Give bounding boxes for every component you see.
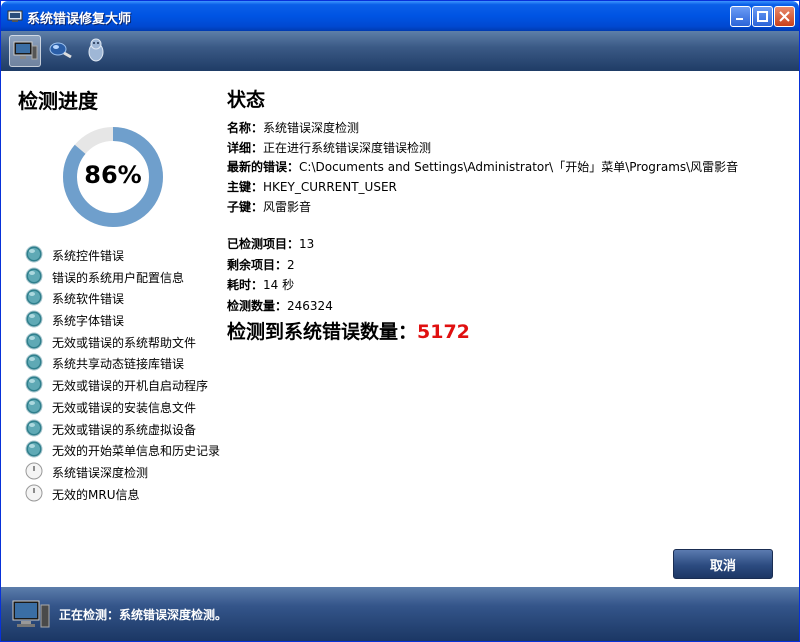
checklist-item: 无效的开始菜单信息和历史记录(	[25, 439, 221, 461]
status-subkey-row: 子键：风雷影音	[227, 198, 311, 215]
status-detail-row: 详细：正在进行系统错误深度错误检测	[227, 139, 431, 156]
status-subkey-label: 子键：	[227, 200, 264, 214]
maximize-icon	[757, 11, 768, 22]
checklist-item: 系统控件错误	[25, 244, 221, 266]
tux-icon	[88, 38, 104, 62]
search-icon	[49, 42, 72, 59]
checklist-item-label: 无效或错误的安装信息文件	[52, 400, 197, 415]
check-done-icon	[25, 288, 43, 306]
title-bar[interactable]: 系统错误修复大师	[1, 1, 799, 31]
status-name-row: 名称：系统错误深度检测	[227, 119, 359, 136]
window-title: 系统错误修复大师	[27, 12, 132, 27]
minimize-button[interactable]	[730, 6, 751, 27]
checklist-item-label: 系统字体错误	[52, 314, 125, 329]
status-elapsed-value: 14 秒	[263, 278, 295, 292]
check-done-icon	[25, 332, 43, 350]
status-count-label: 检测数量：	[227, 299, 288, 313]
checklist-item-label: 无效或错误的系统虚拟设备	[52, 422, 197, 437]
tool-linux[interactable]	[81, 35, 113, 67]
progress-percent: 86%	[84, 161, 142, 189]
status-latest-label: 最新的错误：	[227, 160, 300, 174]
check-done-icon	[25, 353, 43, 371]
status-remaining-row: 剩余项目：2	[227, 256, 295, 273]
checklist: 系统控件错误错误的系统用户配置信息 系统软件错误 系统字体错误无效或错误的系统帮助文…	[25, 244, 221, 504]
errors-found-label: 检测到系统错误数量：	[227, 321, 418, 343]
checklist-item: 无效或错误的系统虚拟设备	[25, 418, 221, 440]
app-icon	[7, 10, 23, 22]
status-subkey-value: 风雷影音	[263, 200, 312, 214]
check-done-icon	[25, 419, 43, 436]
checklist-item-label: 无效或错误的开机自启动程序	[52, 379, 209, 394]
status-detail-label: 详细：	[227, 141, 264, 155]
status-checked-value: 13	[299, 237, 315, 251]
checklist-item: 无效或错误的开机自启动程序	[25, 374, 221, 396]
check-done-icon	[25, 310, 43, 328]
checklist-item-label: 无效或错误的系统帮助文件	[52, 335, 197, 350]
checklist-item-label: 错误的系统用户配置信息	[52, 270, 185, 285]
status-key-label: 主键：	[227, 180, 264, 194]
check-done-icon	[25, 375, 43, 393]
checklist-item: 系统共享动态链接库错误	[25, 352, 221, 374]
check-done-icon	[25, 267, 43, 285]
close-icon	[779, 11, 790, 22]
checklist-item: 无效或错误的系统帮助文件	[25, 331, 221, 353]
checklist-item-label: 系统错误深度检测	[52, 465, 149, 480]
status-heading: 状态	[227, 89, 266, 111]
status-remaining-label: 剩余项目：	[227, 258, 288, 272]
checklist-item: 无效或错误的安装信息文件	[25, 396, 221, 418]
tool-search[interactable]	[45, 35, 77, 67]
status-key-row: 主键：HKEY_CURRENT_USER	[227, 178, 397, 195]
close-button[interactable]	[774, 6, 795, 27]
status-remaining-value: 2	[287, 258, 295, 272]
status-elapsed-row: 耗时：14 秒	[227, 276, 294, 293]
status-latest-row: 最新的错误：C:\Documents and Settings\Administ…	[227, 158, 738, 175]
progress-heading: 检测进度	[18, 89, 98, 113]
checklist-item-label: 无效的MRU信息	[52, 487, 140, 502]
status-count-value: 246324	[287, 299, 333, 313]
status-detail-value: 正在进行系统错误深度错误检测	[263, 141, 432, 155]
status-name-label: 名称：	[227, 121, 264, 135]
toolbar	[1, 31, 799, 71]
status-key-value: HKEY_CURRENT_USER	[263, 180, 397, 194]
minimize-icon	[736, 18, 743, 20]
checklist-item: 无效的MRU信息	[25, 483, 221, 505]
checklist-item-label: 系统共享动态链接库错误	[52, 357, 185, 372]
checklist-item-label: 无效的开始菜单信息和历史记录(	[52, 444, 221, 459]
status-name-value: 系统错误深度检测	[263, 121, 360, 135]
status-elapsed-label: 耗时：	[227, 278, 264, 292]
check-done-icon	[25, 245, 43, 263]
checklist-item-label: 系统控件错误	[52, 249, 125, 263]
status-checked-label: 已检测项目：	[227, 237, 300, 251]
check-done-icon	[25, 440, 43, 458]
cancel-button[interactable]: 取消	[673, 549, 773, 579]
status-bar-text: 正在检测：系统错误深度检测。	[59, 608, 228, 622]
tool-computer[interactable]	[9, 35, 41, 67]
main-window: 系统错误修复大师 检测进度 86% 系统控件错误 错误的系统用户配置信息 系统软…	[0, 0, 800, 642]
status-latest-value: C:\Documents and Settings\Administrator\…	[299, 160, 739, 174]
checklist-item: 系统字体错误	[25, 309, 221, 331]
computer-icon	[12, 600, 50, 628]
computer-icon	[13, 41, 38, 60]
checklist-item: 系统错误深度检测	[25, 461, 221, 483]
status-checked-row: 已检测项目：13	[227, 235, 314, 252]
errors-found-value: 5172	[417, 321, 470, 343]
status-bar: 正在检测：系统错误深度检测。	[1, 587, 799, 641]
errors-found-row: 检测到系统错误数量：5172	[227, 317, 470, 344]
pending-clock-icon	[25, 462, 43, 480]
pending-clock-icon	[25, 484, 43, 502]
checklist-item: 错误的系统用户配置信息	[25, 266, 221, 288]
maximize-button[interactable]	[752, 6, 773, 27]
status-count-row: 检测数量：246324	[227, 297, 333, 314]
check-done-icon	[25, 397, 43, 415]
checklist-item-label: 系统软件错误	[52, 292, 125, 307]
checklist-item: 系统软件错误	[25, 287, 221, 309]
